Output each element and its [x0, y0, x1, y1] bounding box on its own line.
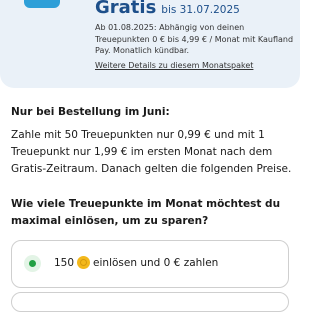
gratis-label: Gratis [95, 0, 157, 18]
details-link[interactable]: Weitere Details zu diesem Monatspaket [95, 61, 253, 70]
price-info: Ab 01.08.2025: Abhängig von deinen Treue… [95, 23, 294, 55]
offer-card: Gratis bis 31.07.2025 Ab 01.08.2025: Abhä… [0, 0, 300, 88]
option-suffix: einlösen und 0 € zahlen [93, 256, 219, 269]
next-option-partial[interactable] [11, 292, 289, 312]
points-question: Wie viele Treuepunkte im Monat möchtest … [11, 198, 281, 227]
plan-badge-icon [24, 0, 60, 8]
option-label: 150 einlösen und 0 € zahlen [54, 256, 218, 269]
radio-dot [29, 260, 36, 267]
option-150-points[interactable]: 150 einlösen und 0 € zahlen [11, 240, 289, 288]
june-title: Nur bei Bestellung im Juni: [11, 106, 170, 118]
gratis-line: Gratis bis 31.07.2025 [95, 0, 240, 18]
june-text: Zahle mit 50 Treuepunkten nur 0,99 € und… [11, 129, 292, 175]
gratis-until: bis 31.07.2025 [161, 4, 240, 16]
radio-selected[interactable] [24, 255, 41, 272]
option-points: 150 [54, 256, 75, 269]
coin-icon [77, 256, 91, 269]
